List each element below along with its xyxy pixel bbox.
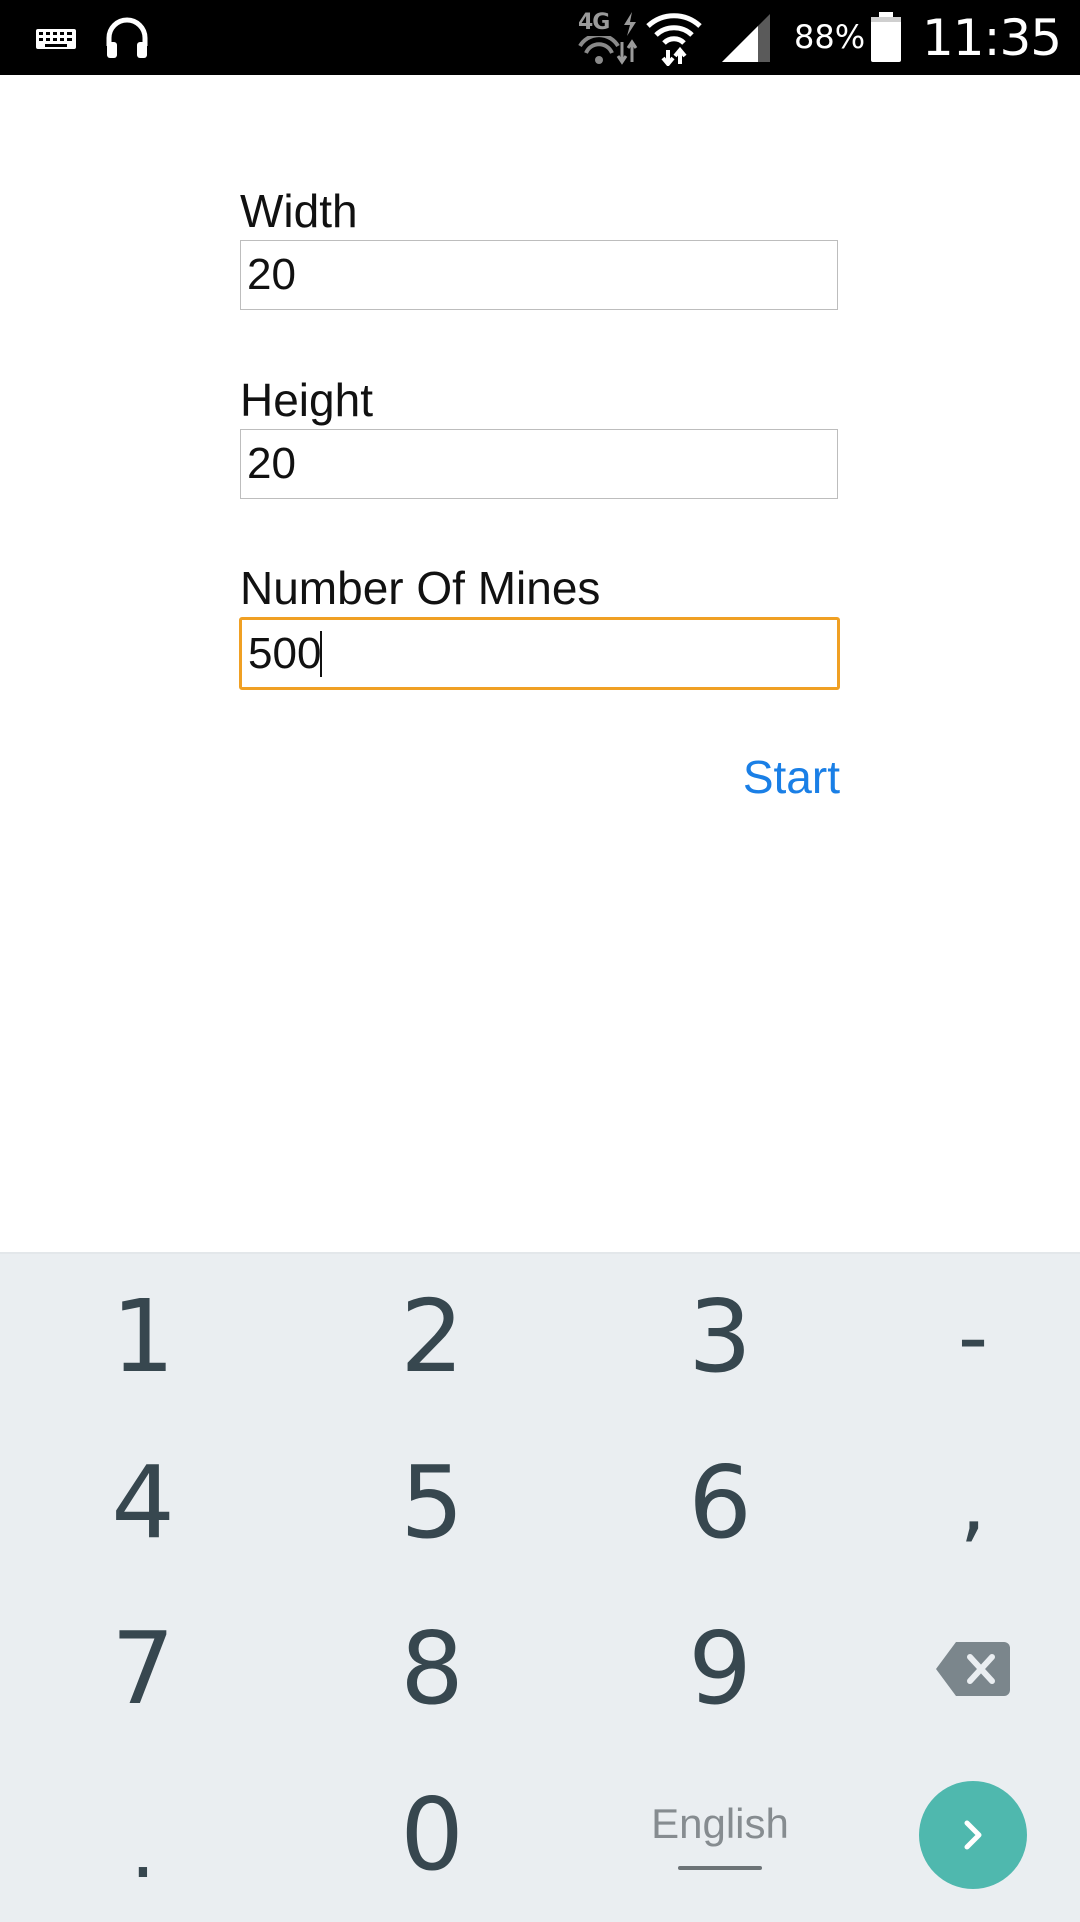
status-bar: 4G 88% 11:35 <box>0 0 1080 75</box>
key-comma-label: , <box>959 1454 987 1552</box>
language-underline <box>678 1866 762 1870</box>
key-9[interactable]: 9 <box>585 1586 855 1752</box>
key-6[interactable]: 6 <box>585 1420 855 1586</box>
backspace-key[interactable] <box>838 1586 1080 1752</box>
key-6-label: 6 <box>688 1444 752 1561</box>
enter-key[interactable] <box>838 1752 1080 1918</box>
key-5[interactable]: 5 <box>297 1420 567 1586</box>
key-0-label: 0 <box>400 1776 464 1893</box>
key-period[interactable]: . <box>8 1752 278 1918</box>
key-7[interactable]: 7 <box>8 1586 278 1752</box>
backspace-icon <box>936 1642 1010 1696</box>
key-8[interactable]: 8 <box>297 1586 567 1752</box>
mines-input[interactable] <box>239 617 840 690</box>
language-label: English <box>651 1800 789 1847</box>
language-key[interactable]: English <box>585 1752 855 1918</box>
cell-signal-icon <box>722 14 770 62</box>
key-4-label: 4 <box>111 1444 175 1561</box>
battery-icon <box>871 12 901 62</box>
enter-button <box>919 1781 1027 1889</box>
key-period-label: . <box>130 1803 156 1896</box>
keyboard-icon <box>36 29 76 49</box>
battery-percent: 88% <box>794 18 866 56</box>
key-3[interactable]: 3 <box>585 1254 855 1420</box>
mines-label: Number Of Mines <box>240 562 601 614</box>
chevron-right-icon <box>964 1820 982 1850</box>
key-0[interactable]: 0 <box>297 1752 567 1918</box>
4g-data-icon: 4G <box>578 10 642 66</box>
text-cursor <box>320 631 322 677</box>
key-2-label: 2 <box>400 1278 464 1395</box>
clock: 11:35 <box>922 9 1062 67</box>
key-7-label: 7 <box>111 1610 175 1727</box>
start-button[interactable]: Start <box>700 750 840 804</box>
key-3-label: 3 <box>688 1278 752 1395</box>
key-dash-label: - <box>957 1288 989 1386</box>
numeric-keyboard: 1 2 3 - 4 5 6 , 7 8 9 . 0 English <box>0 1252 1080 1922</box>
key-dash[interactable]: - <box>838 1254 1080 1420</box>
height-label: Height <box>240 374 373 426</box>
headphones-icon <box>106 17 148 58</box>
key-8-label: 8 <box>400 1610 464 1727</box>
wifi-icon <box>646 13 702 66</box>
width-input[interactable] <box>240 240 838 310</box>
key-1[interactable]: 1 <box>8 1254 278 1420</box>
key-4[interactable]: 4 <box>8 1420 278 1586</box>
width-label: Width <box>240 185 358 237</box>
key-2[interactable]: 2 <box>297 1254 567 1420</box>
height-input[interactable] <box>240 429 838 499</box>
key-9-label: 9 <box>688 1610 752 1727</box>
key-5-label: 5 <box>400 1444 464 1561</box>
key-1-label: 1 <box>111 1278 175 1395</box>
key-comma[interactable]: , <box>838 1420 1080 1586</box>
